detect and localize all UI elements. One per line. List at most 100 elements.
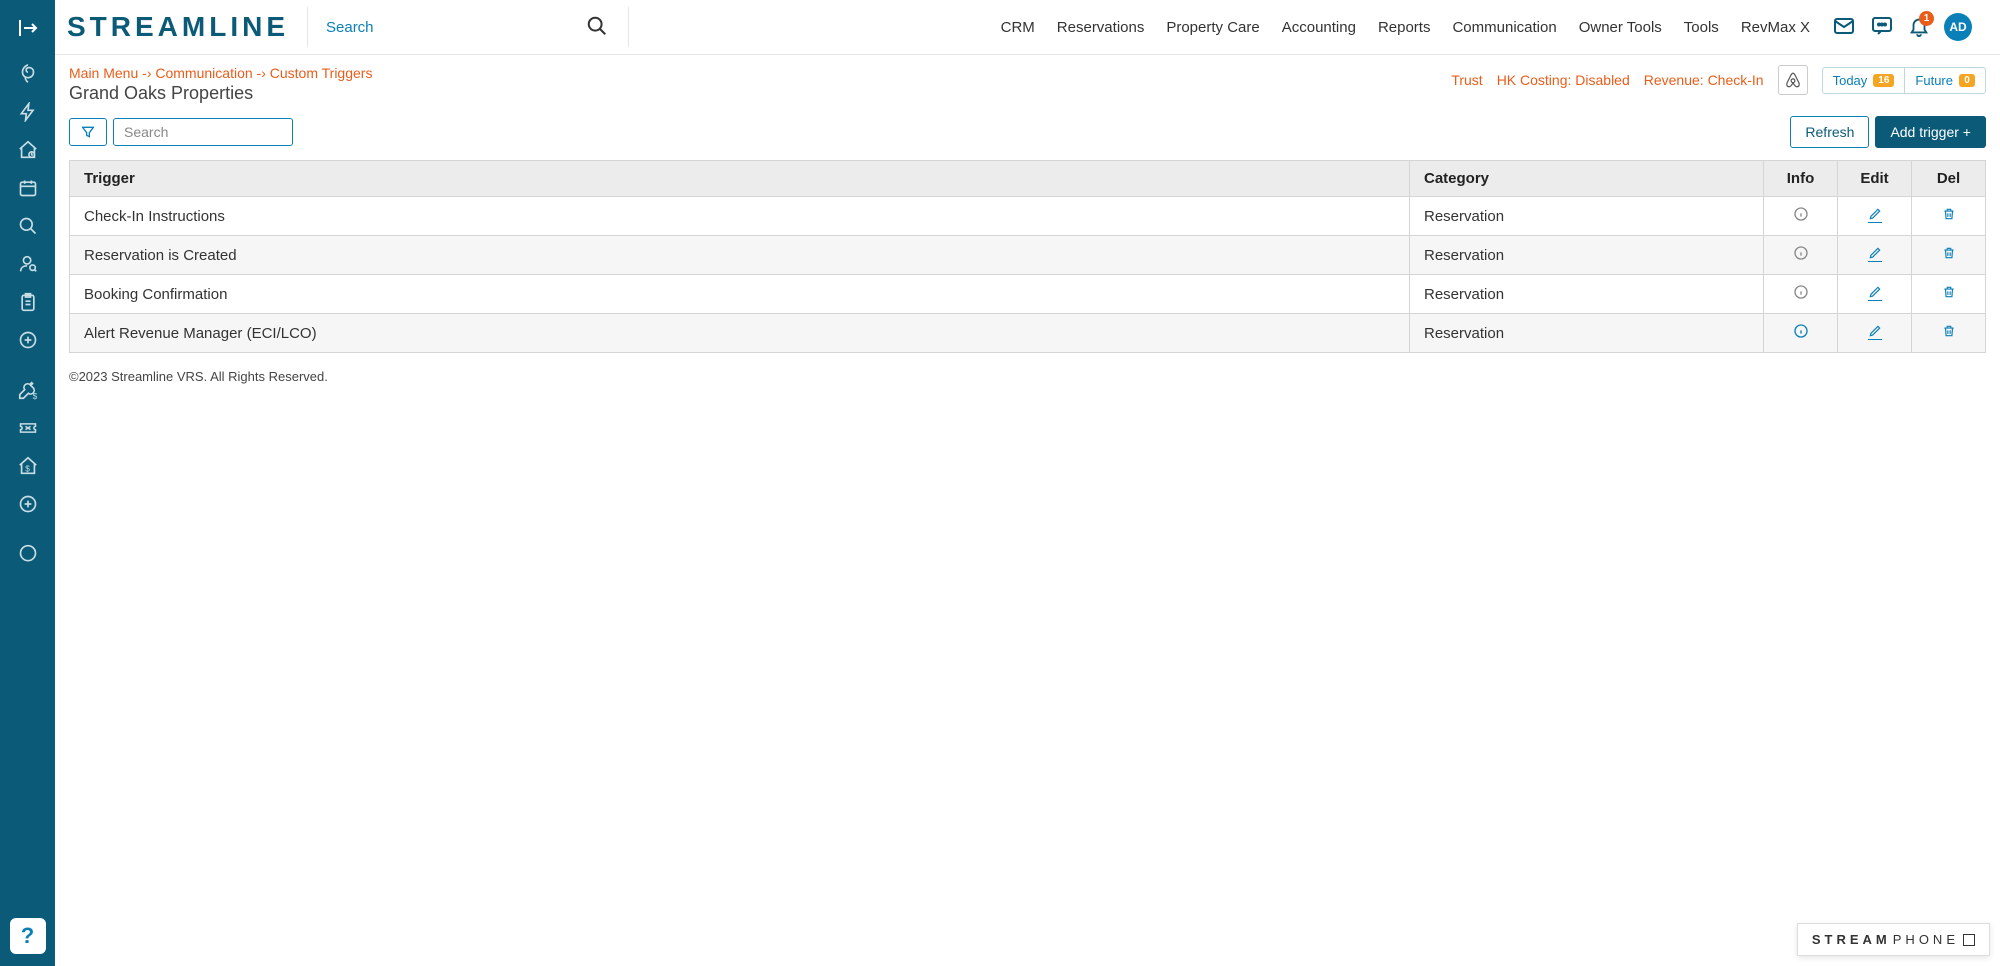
top-header: STREAMLINE CRM Reservations Property Car… — [55, 0, 2000, 55]
status-revenue[interactable]: Revenue: Check-In — [1644, 72, 1764, 88]
airbnb-icon[interactable] — [1778, 65, 1808, 95]
cell-info — [1764, 236, 1838, 275]
global-search — [308, 19, 628, 36]
th-edit: Edit — [1838, 161, 1912, 197]
info-icon[interactable] — [1793, 245, 1809, 261]
pill-future-count: 0 — [1959, 74, 1975, 87]
nav-tools[interactable]: Tools — [1684, 19, 1719, 36]
user-search-icon[interactable] — [0, 245, 55, 283]
nav-accounting[interactable]: Accounting — [1282, 19, 1356, 36]
cell-category: Reservation — [1410, 275, 1764, 314]
pill-today[interactable]: Today 16 — [1823, 68, 1905, 93]
status-row: Trust HK Costing: Disabled Revenue: Chec… — [1451, 65, 1986, 95]
add-trigger-button[interactable]: Add trigger + — [1875, 116, 1986, 148]
bell-badge: 1 — [1919, 11, 1934, 26]
plus-circle-icon[interactable] — [0, 321, 55, 359]
nav-owner-tools[interactable]: Owner Tools — [1579, 19, 1662, 36]
help-button[interactable]: ? — [10, 918, 46, 954]
toolbar: Refresh Add trigger + — [55, 110, 2000, 160]
cell-category: Reservation — [1410, 314, 1764, 353]
trash-icon[interactable] — [1942, 285, 1956, 299]
cell-del — [1912, 275, 1986, 314]
expand-icon — [1963, 934, 1975, 946]
streamphone-bold: STREAM — [1812, 932, 1891, 947]
cell-edit — [1838, 236, 1912, 275]
status-pills: Today 16 Future 0 — [1822, 67, 1986, 94]
trash-icon[interactable] — [1942, 246, 1956, 260]
nav-reports[interactable]: Reports — [1378, 19, 1431, 36]
calendar-icon[interactable] — [0, 169, 55, 207]
streamphone-rest: PHONE — [1893, 932, 1959, 947]
cell-info — [1764, 314, 1838, 353]
left-sidebar: $ $ ? — [0, 0, 55, 966]
info-icon[interactable] — [1793, 206, 1809, 222]
info-icon[interactable] — [1793, 284, 1809, 300]
coupon-icon[interactable] — [0, 409, 55, 447]
nav-reservations[interactable]: Reservations — [1057, 19, 1145, 36]
breadcrumb-communication[interactable]: Communication — [155, 65, 252, 81]
edit-icon[interactable] — [1868, 246, 1882, 262]
triggers-table: Trigger Category Info Edit Del Check-In … — [69, 160, 1986, 353]
wrench-dollar-icon[interactable]: $ — [0, 371, 55, 409]
divider — [628, 7, 629, 47]
breadcrumb-sep: -› — [257, 65, 266, 81]
page-title: Grand Oaks Properties — [69, 83, 372, 104]
cell-category: Reservation — [1410, 236, 1764, 275]
logo[interactable]: STREAMLINE — [67, 11, 307, 43]
pill-future[interactable]: Future 0 — [1904, 68, 1985, 93]
th-info: Info — [1764, 161, 1838, 197]
avatar[interactable]: AD — [1944, 13, 1972, 41]
th-trigger: Trigger — [70, 161, 1410, 197]
refresh-button[interactable]: Refresh — [1790, 116, 1869, 148]
cell-edit — [1838, 197, 1912, 236]
lightning-icon[interactable] — [0, 93, 55, 131]
table-row: Check-In InstructionsReservation — [70, 197, 1986, 236]
trash-icon[interactable] — [1942, 324, 1956, 338]
cell-trigger: Alert Revenue Manager (ECI/LCO) — [70, 314, 1410, 353]
status-trust[interactable]: Trust — [1451, 72, 1482, 88]
filter-button[interactable] — [69, 118, 107, 146]
status-hk[interactable]: HK Costing: Disabled — [1497, 72, 1630, 88]
info-icon[interactable] — [1793, 323, 1809, 339]
th-del: Del — [1912, 161, 1986, 197]
svg-text:$: $ — [32, 392, 37, 401]
table-row: Reservation is CreatedReservation — [70, 236, 1986, 275]
table-row: Alert Revenue Manager (ECI/LCO)Reservati… — [70, 314, 1986, 353]
nav-property-care[interactable]: Property Care — [1166, 19, 1259, 36]
edit-icon[interactable] — [1868, 207, 1882, 223]
cell-trigger: Check-In Instructions — [70, 197, 1410, 236]
pill-future-label: Future — [1915, 73, 1953, 88]
collapse-sidebar-icon[interactable] — [0, 0, 55, 55]
nav-communication[interactable]: Communication — [1452, 19, 1556, 36]
breadcrumb-custom-triggers[interactable]: Custom Triggers — [270, 65, 373, 81]
streamphone-widget[interactable]: STREAMPHONE — [1797, 923, 1990, 956]
subheader: Main Menu -› Communication -› Custom Tri… — [55, 55, 2000, 110]
search-icon[interactable] — [0, 207, 55, 245]
nav-crm[interactable]: CRM — [1001, 19, 1035, 36]
table-row: Booking ConfirmationReservation — [70, 275, 1986, 314]
footer-text: ©2023 Streamline VRS. All Rights Reserve… — [55, 353, 2000, 400]
th-category: Category — [1410, 161, 1764, 197]
breadcrumb-main[interactable]: Main Menu — [69, 65, 138, 81]
trash-icon[interactable] — [1942, 207, 1956, 221]
house-dollar-icon[interactable]: $ — [0, 447, 55, 485]
swirl-icon[interactable] — [0, 55, 55, 93]
nav-revmax[interactable]: RevMax X — [1741, 19, 1810, 36]
chat-icon[interactable] — [0, 535, 55, 573]
global-search-input[interactable] — [326, 19, 610, 36]
house-clock-icon[interactable] — [0, 131, 55, 169]
mail-icon[interactable] — [1832, 14, 1856, 41]
plus-circle-icon-2[interactable] — [0, 485, 55, 523]
message-icon[interactable] — [1870, 14, 1894, 41]
svg-text:$: $ — [25, 465, 30, 474]
edit-icon[interactable] — [1868, 285, 1882, 301]
table-search-input[interactable] — [113, 118, 293, 146]
cell-trigger: Reservation is Created — [70, 236, 1410, 275]
clipboard-icon[interactable] — [0, 283, 55, 321]
search-icon[interactable] — [586, 15, 608, 40]
cell-edit — [1838, 314, 1912, 353]
bell-icon[interactable]: 1 — [1908, 15, 1930, 40]
pill-today-count: 16 — [1873, 74, 1894, 87]
cell-info — [1764, 197, 1838, 236]
edit-icon[interactable] — [1868, 324, 1882, 340]
